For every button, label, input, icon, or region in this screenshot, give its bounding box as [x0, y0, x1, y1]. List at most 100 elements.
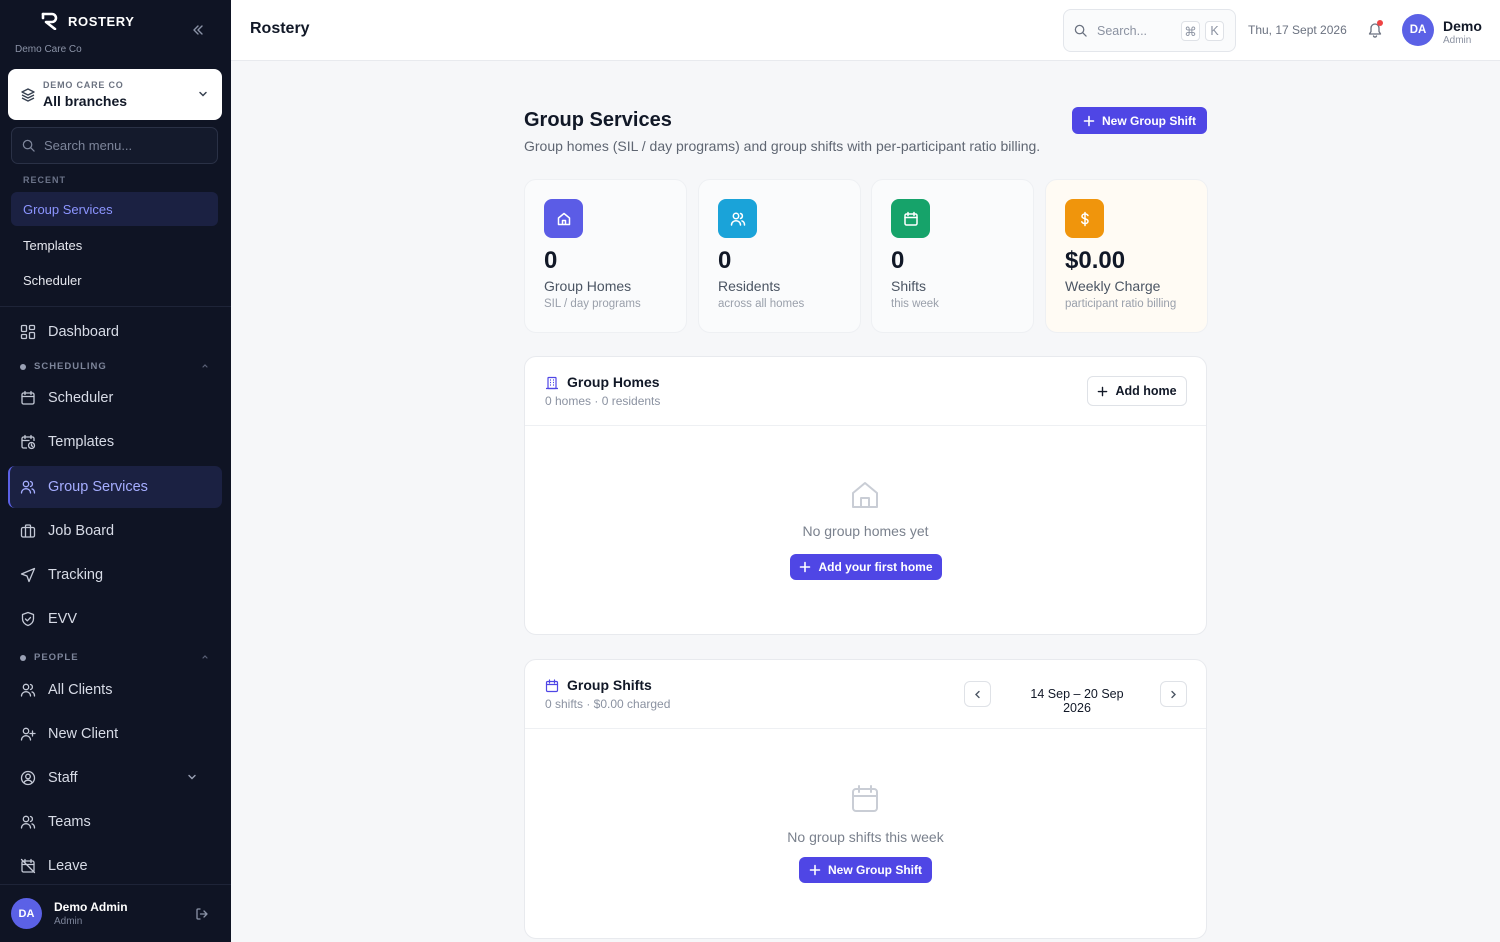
user-plus-icon — [20, 727, 36, 741]
group-homes-panel: Group Homes 0 homes · 0 residents Add ho… — [524, 356, 1207, 635]
chevron-up-icon — [202, 655, 208, 659]
user-circle-icon — [20, 770, 36, 786]
menu-search-input[interactable] — [44, 138, 204, 153]
home-icon — [852, 482, 878, 508]
users-icon — [20, 815, 36, 829]
stat-icon-box — [544, 199, 583, 238]
calendar-icon — [21, 390, 35, 405]
dollar-icon — [1080, 211, 1089, 226]
recent-label: RECENT — [23, 175, 67, 185]
top-user-name: Demo — [1443, 18, 1482, 34]
shield-check-icon — [21, 611, 35, 627]
previous-week-button[interactable] — [964, 681, 991, 707]
panel-header: Group Homes 0 homes · 0 residents Add ho… — [525, 357, 1206, 426]
nav-leave[interactable]: Leave — [8, 845, 222, 887]
nav-scheduler-label: Scheduler — [48, 390, 114, 406]
stat-sub: participant ratio billing — [1065, 298, 1177, 310]
empty-new-group-shift-button[interactable]: New Group Shift — [799, 857, 932, 883]
current-date: Thu, 17 Sept 2026 — [1248, 23, 1347, 37]
app-title: Rostery — [250, 20, 310, 37]
new-group-shift-button[interactable]: New Group Shift — [1072, 107, 1207, 134]
add-home-label: Add home — [1115, 384, 1177, 398]
search-icon — [1074, 24, 1087, 37]
global-search[interactable]: Search... ⌘ K — [1063, 9, 1236, 52]
panel-subtitle: 0 shifts · $0.00 charged — [545, 697, 671, 711]
section-scheduling-label: SCHEDULING — [34, 361, 107, 372]
nav-all-clients-label: All Clients — [48, 682, 113, 698]
nav-job-board-label: Job Board — [48, 523, 115, 539]
nav-templates[interactable]: Templates — [8, 421, 222, 463]
nav-staff-label: Staff — [48, 770, 78, 786]
global-search-placeholder: Search... — [1097, 23, 1148, 38]
section-dot — [20, 654, 26, 661]
kbd-cmd: ⌘ — [1181, 21, 1200, 41]
menu-search — [11, 127, 218, 164]
empty-state: No group homes yet Add your first home — [525, 426, 1206, 635]
collapse-sidebar-button[interactable] — [188, 20, 208, 40]
recent-item-scheduler[interactable]: Scheduler — [11, 263, 218, 297]
nav-dashboard[interactable]: Dashboard — [8, 311, 222, 353]
recent-item-group-services[interactable]: Group Services — [11, 192, 218, 226]
stat-card-group-homes: 0 Group Homes SIL / day programs — [524, 179, 687, 333]
stat-sub: across all homes — [718, 298, 805, 310]
add-first-home-button[interactable]: Add your first home — [790, 554, 942, 580]
sidebar-user: DA Demo Admin Admin — [0, 884, 231, 942]
users-icon — [20, 480, 36, 494]
new-group-shift-label: New Group Shift — [1102, 113, 1196, 128]
nav-scheduler[interactable]: Scheduler — [8, 377, 222, 419]
brand[interactable]: ROSTERY — [40, 12, 135, 30]
nav-dashboard-label: Dashboard — [48, 324, 119, 340]
nav-new-client[interactable]: New Client — [8, 713, 222, 755]
nav-evv[interactable]: EVV — [8, 598, 222, 640]
home-icon — [557, 212, 570, 225]
stat-value: 0 — [544, 247, 558, 274]
nav-templates-label: Templates — [48, 434, 115, 450]
stat-label: Group Homes — [544, 278, 632, 294]
next-week-button[interactable] — [1160, 681, 1187, 707]
nav-tracking[interactable]: Tracking — [8, 554, 222, 596]
page-subtitle: Group homes (SIL / day programs) and gro… — [524, 138, 1041, 154]
nav-teams-label: Teams — [48, 814, 91, 830]
chevron-right-icon — [1171, 690, 1176, 698]
logout-icon[interactable] — [195, 907, 209, 921]
chevrons-left-icon — [193, 25, 203, 35]
stat-label: Residents — [718, 278, 781, 294]
nav-group-services[interactable]: Group Services — [8, 466, 222, 508]
stat-label: Weekly Charge — [1065, 278, 1161, 294]
building-icon — [546, 376, 558, 390]
branch-selector[interactable]: DEMO CARE CO All branches — [8, 69, 222, 120]
sidebar-divider — [0, 306, 231, 307]
add-first-home-label: Add your first home — [818, 560, 933, 574]
calendar-icon — [545, 679, 559, 693]
nav-teams[interactable]: Teams — [8, 801, 222, 843]
panel-header: Group Shifts 0 shifts · $0.00 charged 14… — [525, 660, 1206, 729]
recent-item-templates[interactable]: Templates — [11, 228, 218, 262]
panel-title: Group Shifts — [567, 677, 652, 693]
plus-icon — [1083, 115, 1095, 126]
empty-state: No group shifts this week New Group Shif… — [525, 729, 1206, 938]
add-home-button[interactable]: Add home — [1087, 376, 1187, 406]
navigation-icon — [20, 567, 36, 583]
chevron-down-icon — [188, 774, 196, 780]
avatar[interactable]: DA — [11, 898, 42, 929]
layers-icon — [21, 87, 35, 102]
top-user[interactable]: Demo Admin — [1443, 18, 1482, 46]
nav-new-client-label: New Client — [48, 726, 119, 742]
branch-value: All branches — [43, 93, 128, 109]
stat-value: $0.00 — [1065, 247, 1126, 274]
stat-card-shifts: 0 Shifts this week — [871, 179, 1034, 333]
stat-icon-box — [891, 199, 930, 238]
section-people[interactable]: PEOPLE — [20, 652, 210, 663]
section-scheduling[interactable]: SCHEDULING — [20, 361, 210, 372]
stat-value: 0 — [718, 247, 732, 274]
avatar[interactable]: DA — [1402, 14, 1434, 46]
plus-icon — [800, 561, 811, 573]
stat-icon-box — [1065, 199, 1104, 238]
notification-dot — [1377, 20, 1383, 26]
nav-staff[interactable]: Staff — [8, 757, 222, 799]
week-range: 14 Sep – 20 Sep 2026 — [1030, 687, 1124, 715]
nav-all-clients[interactable]: All Clients — [8, 669, 222, 711]
plus-icon — [809, 864, 821, 876]
calendar-off-icon — [20, 858, 36, 874]
nav-job-board[interactable]: Job Board — [8, 510, 222, 552]
